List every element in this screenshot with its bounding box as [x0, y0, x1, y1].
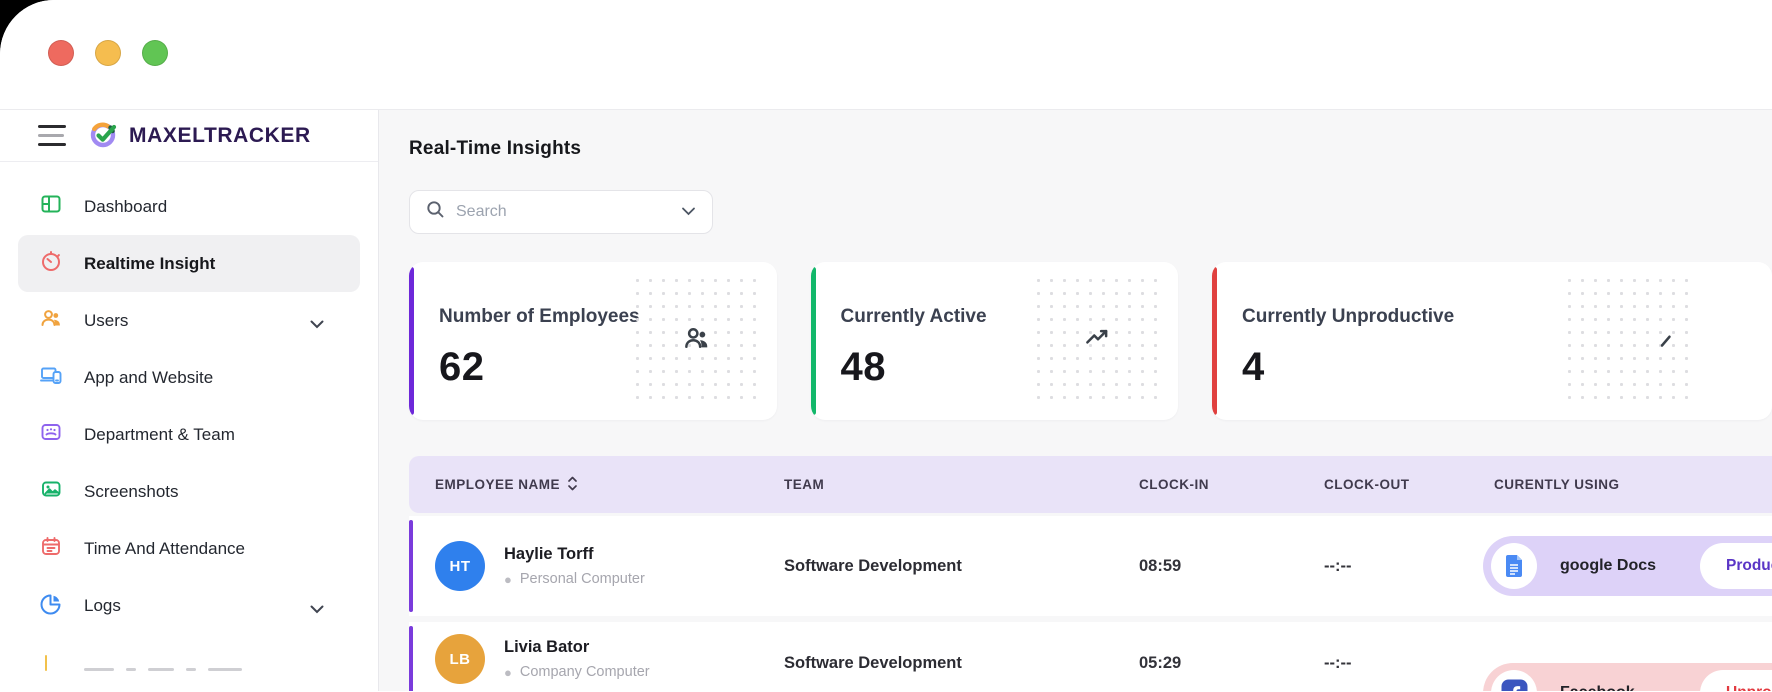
column-header-clock-in: CLOCK-IN [1139, 477, 1324, 492]
realtime-insight-icon [39, 249, 63, 278]
minimize-button[interactable] [95, 40, 121, 66]
employee-name: Haylie Torff [504, 545, 645, 564]
team-cell: Software Development [784, 557, 1139, 576]
stat-card-currently-active: Currently Active 48 [811, 262, 1179, 420]
titlebar [0, 0, 1772, 110]
sidebar-item-logs[interactable]: Logs [18, 577, 360, 634]
page-title: Real-Time Insights [409, 138, 1772, 160]
sidebar-item-screenshots[interactable]: Screenshots [18, 463, 360, 520]
currently-using-chip: Facebook Unproductive [1483, 663, 1772, 692]
truncated-item-icon [39, 648, 63, 677]
close-button[interactable] [48, 40, 74, 66]
stat-card-employees: Number of Employees 62 [409, 262, 777, 420]
sidebar-item-dashboard[interactable]: Dashboard [18, 178, 360, 235]
users-icon [39, 306, 63, 335]
sidebar-item-realtime-insight[interactable]: Realtime Insight [18, 235, 360, 292]
stat-card-currently-unproductive: Currently Unproductive 4 [1212, 262, 1772, 420]
card-accent-bar [1212, 267, 1217, 415]
app-name: Facebook [1560, 684, 1635, 692]
productivity-badge: Productive [1700, 543, 1772, 589]
main-content: Real-Time Insights Number of Employees 6… [379, 110, 1772, 691]
window-controls [48, 40, 168, 66]
sidebar-item-label [84, 654, 242, 671]
dot-pattern [1563, 274, 1695, 406]
sidebar-item-truncated[interactable] [18, 634, 360, 691]
card-accent-bar [409, 267, 414, 415]
table-header: EMPLOYEE NAME TEAM CLOCK-IN CLOCK-OUT CU… [409, 456, 1772, 513]
card-accent-bar [811, 267, 816, 415]
sidebar-item-department-team[interactable]: Department & Team [18, 406, 360, 463]
sidebar-header: MAXELTRACKER [0, 110, 378, 162]
brand-name: MAXELTRACKER [129, 124, 311, 148]
app-window: MAXELTRACKER Dashboard R [0, 0, 1772, 692]
dot-pattern [1032, 274, 1164, 406]
brand-logo: MAXELTRACKER [88, 117, 311, 154]
row-accent-bar [409, 520, 413, 612]
sidebar-nav: Dashboard Realtime Insight [0, 162, 378, 691]
sidebar-item-time-and-attendance[interactable]: Time And Attendance [18, 520, 360, 577]
column-header-clock-out: CLOCK-OUT [1324, 477, 1494, 492]
sidebar-item-label: Screenshots [84, 482, 179, 502]
employees-icon [682, 323, 712, 358]
employee-name: Livia Bator [504, 638, 650, 657]
employee-device: ●Company Computer [504, 664, 650, 680]
screenshots-icon [39, 477, 63, 506]
search-dropdown-chevron-icon[interactable] [681, 203, 696, 221]
sort-icon[interactable] [567, 476, 578, 494]
devices-icon [39, 363, 63, 392]
sidebar-item-label: Dashboard [84, 197, 167, 217]
team-cell: Software Development [784, 654, 1139, 673]
column-header-currently-using: CURENTLY USING [1494, 477, 1772, 492]
calendar-icon [39, 534, 63, 563]
sidebar-item-label: Realtime Insight [84, 254, 215, 274]
trending-up-icon [1083, 323, 1113, 358]
app-name: google Docs [1560, 557, 1656, 575]
sidebar-item-label: Time And Attendance [84, 539, 245, 559]
hamburger-menu-icon[interactable] [38, 125, 66, 147]
logs-icon [39, 591, 63, 620]
search-icon [426, 200, 445, 224]
table-row[interactable]: LB Livia Bator ●Company Computer Softwar… [409, 622, 1772, 691]
search-box [409, 190, 713, 234]
avatar: LB [435, 634, 485, 684]
column-header-team: TEAM [784, 477, 1139, 492]
chevron-down-icon [310, 601, 324, 619]
clock-in-cell: 05:29 [1139, 654, 1324, 673]
employee-device: ●Personal Computer [504, 571, 645, 587]
clock-out-cell: --:-- [1324, 557, 1494, 576]
row-accent-bar [409, 626, 413, 691]
google-docs-icon [1491, 543, 1537, 589]
logo-mark-icon [88, 117, 120, 154]
department-icon [39, 420, 63, 449]
sidebar-item-app-and-website[interactable]: App and Website [18, 349, 360, 406]
sidebar-item-label: App and Website [84, 368, 213, 388]
column-header-employee-name[interactable]: EMPLOYEE NAME [409, 476, 784, 494]
clock-out-cell: --:-- [1324, 654, 1494, 673]
dashboard-icon [39, 192, 63, 221]
productivity-badge: Unproductive [1700, 670, 1772, 692]
maximize-button[interactable] [142, 40, 168, 66]
avatar: HT [435, 541, 485, 591]
sidebar: MAXELTRACKER Dashboard R [0, 110, 379, 691]
sidebar-item-users[interactable]: Users [18, 292, 360, 349]
search-input[interactable] [456, 203, 670, 221]
dot-pattern [631, 274, 763, 406]
sidebar-item-label: Users [84, 311, 128, 331]
currently-using-chip: google Docs Productive [1483, 536, 1772, 596]
chevron-down-icon [310, 316, 324, 334]
stat-cards: Number of Employees 62 Currently A [409, 262, 1772, 420]
sidebar-item-label: Department & Team [84, 425, 235, 445]
facebook-icon [1491, 670, 1537, 692]
clock-in-cell: 08:59 [1139, 557, 1324, 576]
sidebar-item-label: Logs [84, 596, 121, 616]
table-row[interactable]: HT Haylie Torff ●Personal Computer Softw… [409, 516, 1772, 616]
realtime-table: EMPLOYEE NAME TEAM CLOCK-IN CLOCK-OUT CU… [409, 456, 1772, 691]
unproductive-icon [1657, 323, 1687, 358]
